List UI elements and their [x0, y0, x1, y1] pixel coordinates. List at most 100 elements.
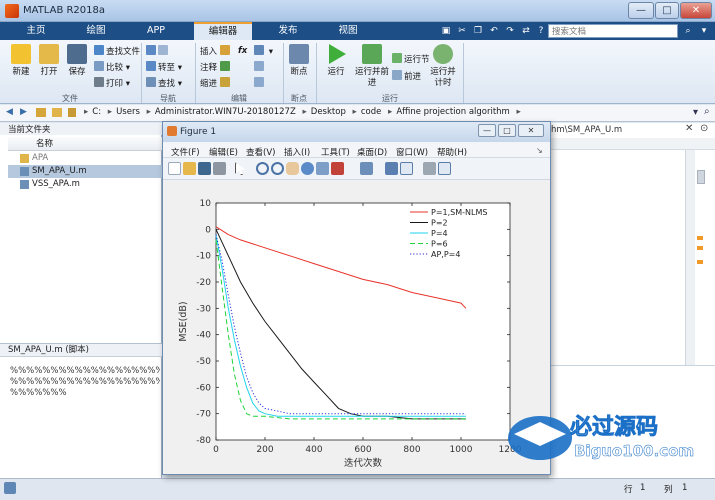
run-section-button[interactable]: 运行节	[392, 53, 430, 66]
switch-window-icon[interactable]: ⇄	[520, 24, 532, 38]
save-quick-icon[interactable]: ▣	[440, 24, 452, 38]
menu-file[interactable]: 文件(F)	[171, 146, 200, 158]
figure-minimize-button[interactable]: —	[478, 124, 496, 137]
run-button[interactable]: 运行	[322, 44, 350, 78]
new-figure-icon[interactable]	[168, 162, 181, 175]
breakpoints-button[interactable]: 断点	[286, 44, 312, 78]
menu-desktop[interactable]: 桌面(D)	[357, 146, 387, 158]
search-icon[interactable]: ⌕	[682, 24, 694, 38]
show-tools-icon[interactable]	[438, 162, 451, 175]
breadcrumb: ▸ C: ▸ Users ▸ Administrator.WIN7U-20180127…	[84, 107, 521, 117]
tab-home[interactable]: 主页	[14, 22, 58, 40]
col-value: 1	[682, 483, 688, 493]
save-label: 保存	[68, 67, 86, 77]
menu-dock-icon[interactable]: ↘	[536, 146, 543, 155]
menu-insert[interactable]: 插入(I)	[284, 146, 310, 158]
menu-help[interactable]: 帮助(H)	[437, 146, 467, 158]
crumb-item[interactable]: Affine projection algorithm	[396, 107, 510, 117]
list-item[interactable]: SM_APA_U.m	[8, 165, 162, 178]
colorbar-icon[interactable]	[385, 162, 398, 175]
pan-hand-icon[interactable]	[286, 162, 299, 175]
editor-close-icon[interactable]: ✕	[685, 123, 693, 134]
link-plot-icon[interactable]	[360, 162, 373, 175]
data-cursor-icon[interactable]	[316, 162, 329, 175]
tab-apps[interactable]: APP	[134, 22, 178, 40]
find-button[interactable]: 查找 ▾	[146, 77, 182, 90]
browse-folder-icon[interactable]	[52, 108, 62, 117]
open-button[interactable]: 打开	[36, 44, 62, 78]
tab-publish[interactable]: 发布	[266, 22, 310, 40]
find-files-icon	[94, 45, 104, 55]
close-button[interactable]: ✕	[680, 2, 712, 19]
minimize-button[interactable]: —	[628, 2, 654, 19]
fx-button[interactable]: fx	[238, 45, 247, 58]
menu-tools[interactable]: 工具(T)	[321, 146, 350, 158]
edit-tools-2[interactable]	[254, 61, 266, 74]
menu-view[interactable]: 查看(V)	[246, 146, 275, 158]
crumb-item[interactable]: Desktop	[311, 107, 346, 117]
zoom-out-icon[interactable]	[271, 162, 284, 175]
figure-close-button[interactable]: ✕	[518, 124, 544, 137]
x-tick-label: 0	[213, 445, 219, 455]
crumb-item[interactable]: code	[361, 107, 382, 117]
zoom-in-icon[interactable]	[256, 162, 269, 175]
edit-tools-1[interactable]: ▾	[254, 45, 273, 58]
undo-quick-icon[interactable]: ↶	[488, 24, 500, 38]
list-item[interactable]: APA	[8, 152, 162, 165]
comment-button[interactable]: 注释	[200, 61, 232, 74]
legend-icon[interactable]	[400, 162, 413, 175]
editor-scrollbar[interactable]	[685, 150, 695, 365]
find-files-button[interactable]: 查找文件	[94, 45, 140, 58]
name-column-header[interactable]: 名称	[8, 137, 162, 151]
rotate-3d-icon[interactable]	[301, 162, 314, 175]
notifications-icon[interactable]: ▾	[698, 24, 710, 38]
crumb-item[interactable]: C:	[92, 107, 101, 117]
tab-plots[interactable]: 绘图	[74, 22, 118, 40]
crumb-item[interactable]: Administrator.WIN7U-20180127Z	[155, 107, 296, 117]
brush-icon[interactable]	[331, 162, 344, 175]
save-button[interactable]: 保存	[64, 44, 90, 78]
menu-edit[interactable]: 编辑(E)	[209, 146, 238, 158]
floppy-save-icon	[67, 44, 87, 64]
new-button[interactable]: 新建	[8, 44, 34, 78]
insert-button[interactable]: 插入	[200, 45, 232, 58]
crumb-item[interactable]: Users	[116, 107, 140, 117]
tab-view[interactable]: 视图	[326, 22, 370, 40]
print-figure-icon[interactable]	[213, 162, 226, 175]
search-docs-input[interactable]	[548, 24, 678, 38]
tab-editor[interactable]: 编辑器	[194, 22, 252, 40]
new-label: 新建	[12, 67, 30, 77]
run-section-label: 运行节	[404, 55, 430, 65]
y-tick-label: -50	[196, 357, 211, 367]
hide-tools-icon[interactable]	[423, 162, 436, 175]
advance-button[interactable]: 前进	[392, 70, 421, 83]
menu-window[interactable]: 窗口(W)	[396, 146, 428, 158]
open-file-icon[interactable]	[183, 162, 196, 175]
address-dropdown-icon[interactable]: ▾	[693, 107, 698, 118]
help-icon[interactable]: ?	[535, 24, 547, 38]
window-title: MATLAB R2018a	[23, 5, 106, 16]
maximize-button[interactable]: □	[655, 2, 679, 19]
scroll-thumb[interactable]	[697, 170, 705, 184]
edit-tools-3[interactable]	[254, 77, 266, 90]
editor-tab-path[interactable]: hm\SM_APA_U.m	[551, 125, 622, 135]
indent-button[interactable]: 缩进	[200, 77, 232, 90]
redo-quick-icon[interactable]: ↷	[504, 24, 516, 38]
compare-button[interactable]: 比较 ▾	[94, 61, 130, 74]
run-and-advance-button[interactable]: 运行并前进	[354, 44, 390, 89]
print-button[interactable]: 打印 ▾	[94, 77, 130, 90]
nav-forward-icon[interactable]: ▶	[20, 107, 27, 117]
figure-title: Figure 1	[180, 127, 217, 137]
nav-back-icon[interactable]: ◀	[6, 107, 13, 117]
goto-button[interactable]: 转至 ▾	[146, 61, 182, 74]
address-search-icon[interactable]: ⌕	[704, 106, 710, 117]
cut-quick-icon[interactable]: ✂	[456, 24, 468, 38]
list-item[interactable]: VSS_APA.m	[8, 178, 162, 191]
up-folder-icon[interactable]	[36, 108, 46, 117]
save-figure-icon[interactable]	[198, 162, 211, 175]
figure-maximize-button[interactable]: □	[498, 124, 516, 137]
copy-quick-icon[interactable]: ❐	[472, 24, 484, 38]
editor-menu-icon[interactable]: ⊙	[700, 123, 708, 134]
run-and-time-button[interactable]: 运行并计时	[428, 44, 458, 89]
back-forward-buttons[interactable]	[146, 45, 170, 58]
